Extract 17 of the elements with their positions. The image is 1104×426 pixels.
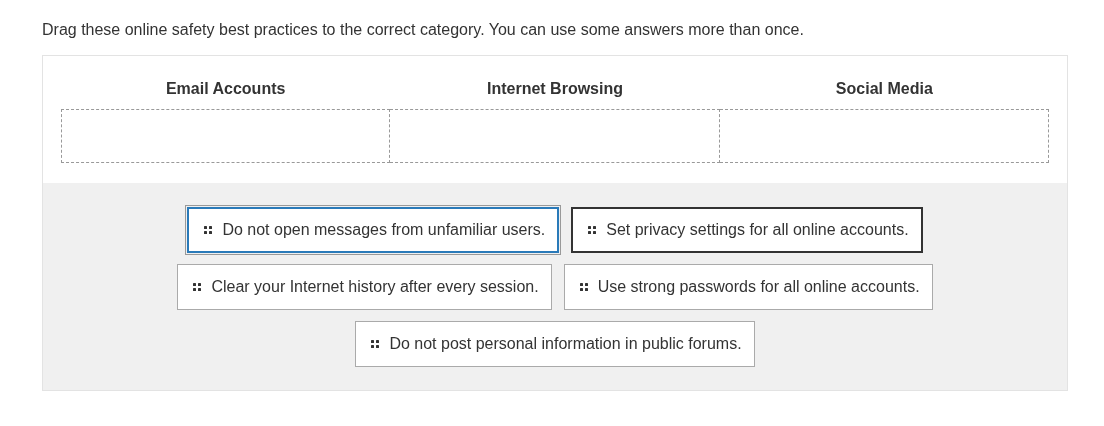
drag-handle-icon xyxy=(204,226,213,234)
drop-zone[interactable] xyxy=(61,109,391,163)
drop-zone[interactable] xyxy=(719,109,1049,163)
draggable-answer[interactable]: Do not post personal information in public forums. xyxy=(355,321,755,367)
draggable-answer[interactable]: Do not open messages from unfamiliar users. xyxy=(187,207,560,253)
drag-handle-icon xyxy=(193,283,202,291)
draggable-answer[interactable]: Use strong passwords for all online accounts. xyxy=(563,264,933,310)
category-heading: Social Media xyxy=(835,80,933,98)
instruction-text: Drag these online safety best practices to the correct category. You can use some answers more than once. xyxy=(42,20,805,40)
drag-handle-icon xyxy=(588,226,597,234)
draggable-answer[interactable]: Set privacy settings for all online accounts. xyxy=(571,207,923,253)
drop-zone[interactable] xyxy=(390,109,720,163)
drag-handle-icon xyxy=(371,340,380,348)
category-heading: Internet Browsing xyxy=(487,80,623,98)
draggable-answer[interactable]: Clear your Internet history after every session. xyxy=(177,264,552,310)
category-heading: Email Accounts xyxy=(165,80,286,98)
drag-handle-icon xyxy=(579,283,588,291)
